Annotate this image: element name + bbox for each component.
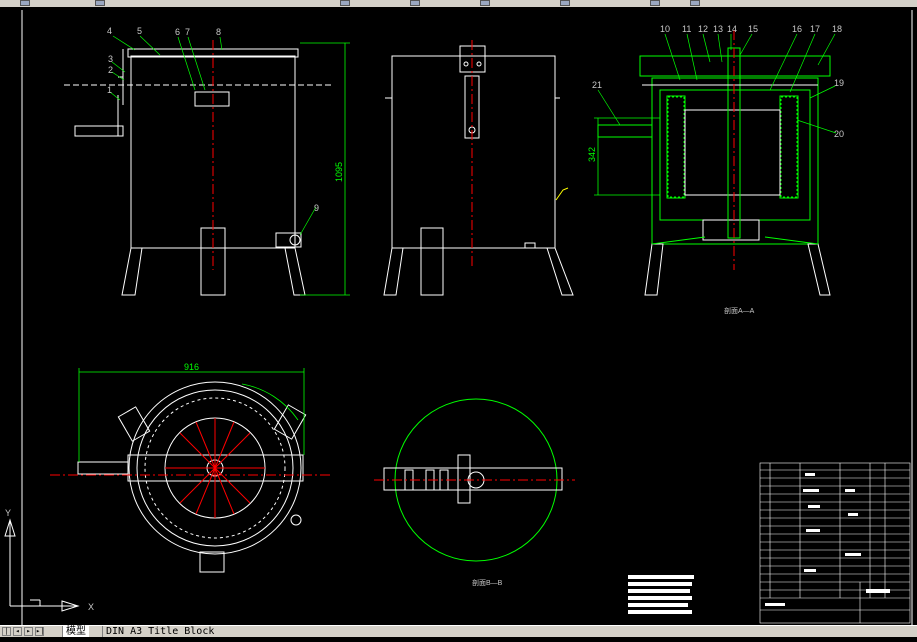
part-label-17: 17 xyxy=(810,24,820,34)
pan-button[interactable] xyxy=(690,0,700,6)
part-label-5: 5 xyxy=(137,26,142,36)
layout-tab-bar: |◂ ◂ ▸ ▸| 模型 DIN A3 Title Block xyxy=(0,625,917,642)
section-aa-caption: 剖面A—A xyxy=(724,306,755,315)
front-view[interactable] xyxy=(64,48,334,296)
part-label-3: 3 xyxy=(108,54,113,64)
part-label-10: 10 xyxy=(660,24,670,34)
title-block[interactable] xyxy=(759,462,911,624)
section-aa-height-dim: 342 xyxy=(587,147,597,162)
side-marker xyxy=(555,187,569,201)
part-label-18: 18 xyxy=(832,24,842,34)
part-label-4: 4 xyxy=(107,26,112,36)
tab-next-icon[interactable]: ▸ xyxy=(24,627,33,636)
section-aa-view[interactable] xyxy=(597,47,831,296)
side-view[interactable] xyxy=(383,45,574,296)
insulation-right xyxy=(780,96,798,198)
tab-first-icon[interactable]: |◂ xyxy=(2,627,11,642)
zoom-button[interactable] xyxy=(650,0,660,6)
plan-width-dim: 916 xyxy=(184,362,199,372)
part-label-1: 1 xyxy=(107,85,112,95)
plot-button[interactable] xyxy=(560,0,570,6)
part-label-12: 12 xyxy=(698,24,708,34)
part-label-6: 6 xyxy=(175,27,180,37)
linetype-button[interactable] xyxy=(410,0,420,6)
part-label-15: 15 xyxy=(748,24,758,34)
part-label-13: 13 xyxy=(713,24,723,34)
tab-last-icon[interactable]: ▸| xyxy=(35,627,44,636)
plan-dimension xyxy=(78,368,305,462)
part-label-20: 20 xyxy=(834,129,844,139)
title-block-text xyxy=(765,473,890,606)
tab-prev-icon[interactable]: ◂ xyxy=(13,627,22,636)
part-label-9: 9 xyxy=(314,203,319,213)
insulation-left xyxy=(667,96,685,198)
part-label-14: 14 xyxy=(727,24,737,34)
plan-spokes xyxy=(50,418,330,518)
section-bb-caption: 剖面B—B xyxy=(472,578,503,587)
front-height-dim: 1095 xyxy=(334,162,344,182)
ucs-x-label: X xyxy=(88,602,94,612)
ucs-y-label: Y xyxy=(5,508,11,518)
plan-view[interactable] xyxy=(77,381,307,573)
technical-notes xyxy=(628,575,694,614)
part-label-11: 11 xyxy=(682,24,691,34)
tab-model[interactable]: 模型 xyxy=(62,626,89,637)
part-label-8: 8 xyxy=(216,27,221,37)
part-label-19: 19 xyxy=(834,78,844,88)
part-label-2: 2 xyxy=(108,65,113,75)
color-button[interactable] xyxy=(340,0,350,6)
drawing-canvas[interactable]: 1095 4 5 6 7 8 3 2 1 9 342 10 11 12 13 1… xyxy=(0,7,917,625)
ucs-icon xyxy=(4,518,80,612)
section-aa-dimension xyxy=(594,117,660,196)
properties-button[interactable] xyxy=(95,0,105,6)
part-label-16: 16 xyxy=(792,24,802,34)
tab-din-a3-title-block[interactable]: DIN A3 Title Block xyxy=(102,626,217,637)
layer-button[interactable] xyxy=(20,0,30,6)
part-label-21: 21 xyxy=(592,80,602,90)
lineweight-button[interactable] xyxy=(480,0,490,6)
part-label-7: 7 xyxy=(185,27,190,37)
